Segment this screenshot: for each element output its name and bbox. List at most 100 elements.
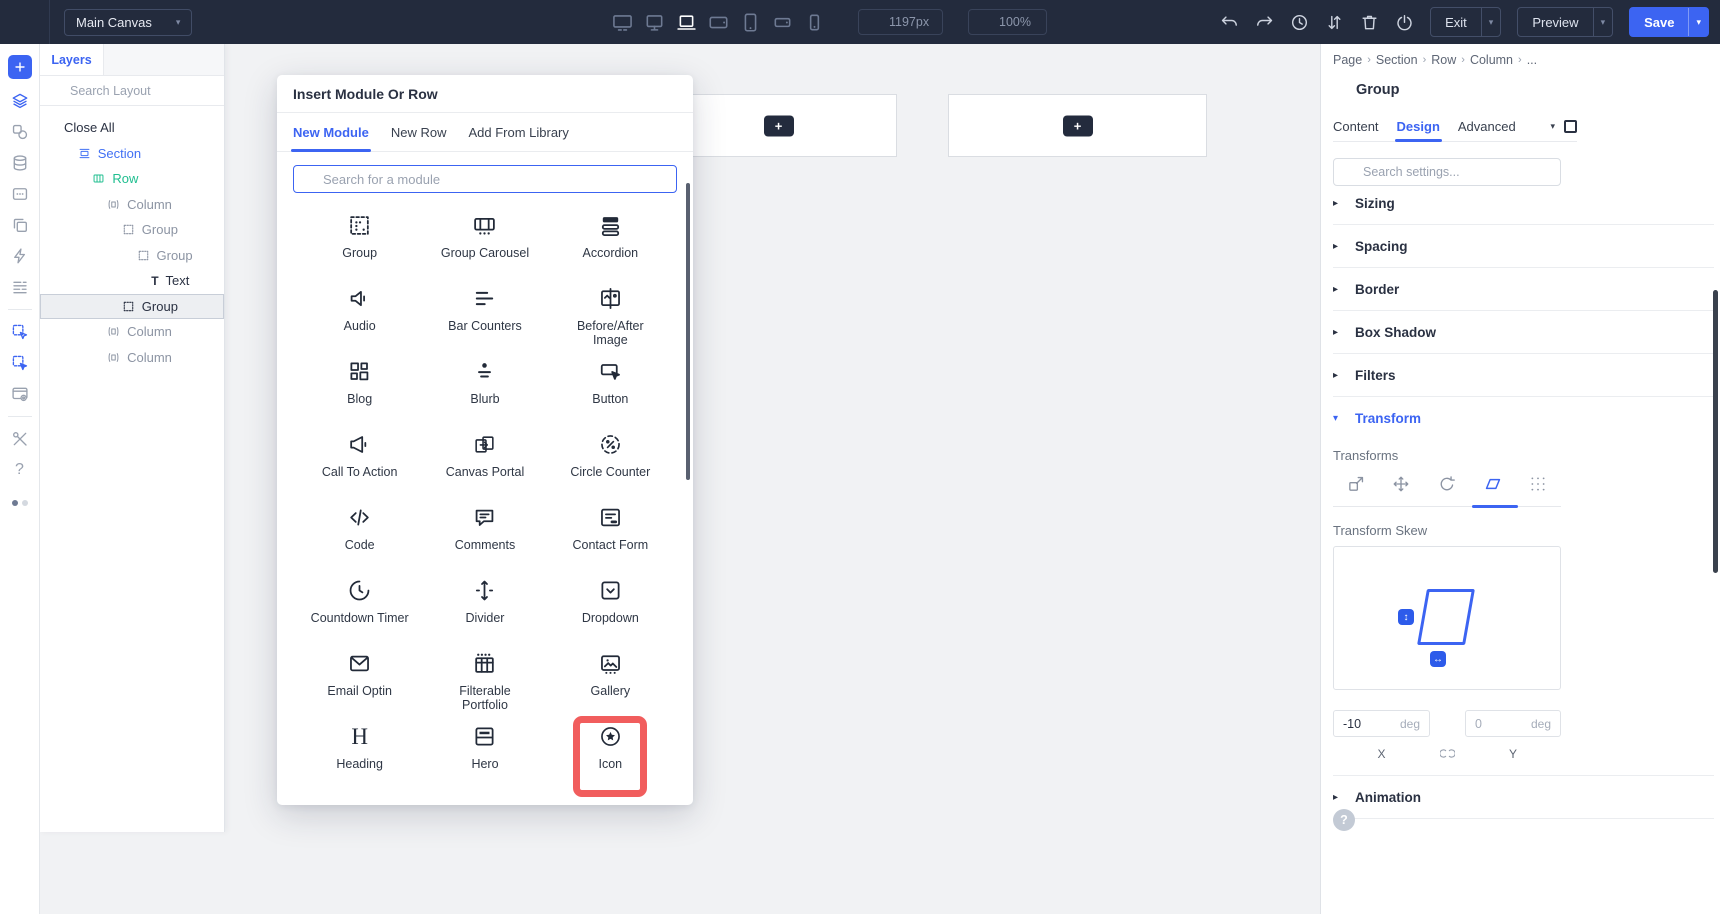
module-item-filterable-portfolio[interactable]: Filterable Portfolio — [422, 646, 547, 719]
canvas-zoom-input[interactable] — [999, 15, 1037, 29]
save-button[interactable]: Save ▾ — [1629, 7, 1709, 37]
skew-shape[interactable] — [1417, 589, 1475, 645]
breadcrumb-item-row[interactable]: Row — [1431, 53, 1456, 67]
module-item-email-optin[interactable]: Email Optin — [297, 646, 422, 719]
close-all-button[interactable]: Close All — [40, 115, 224, 141]
module-item-countdown-timer[interactable]: Countdown Timer — [297, 573, 422, 646]
section-sizing[interactable]: ▸Sizing — [1333, 182, 1714, 225]
rail-item-select-module[interactable] — [11, 323, 29, 341]
rail-item-module-card[interactable] — [11, 185, 29, 203]
canvas-width-input[interactable] — [889, 15, 933, 29]
skew-y-input[interactable] — [1475, 717, 1515, 731]
canvas-selector[interactable]: Main Canvas ▾ — [64, 9, 192, 36]
preview-swatch-icon[interactable] — [1564, 120, 1577, 133]
portability-icon[interactable] — [1395, 13, 1414, 32]
section-box-shadow[interactable]: ▸Box Shadow — [1333, 311, 1714, 354]
section-transform[interactable]: ▾Transform — [1333, 397, 1714, 440]
skew-y-handle[interactable]: ↕ — [1398, 609, 1414, 625]
rail-item-site-settings[interactable] — [11, 385, 29, 403]
rail-item-design-presets[interactable] — [11, 123, 29, 141]
tablet-portrait-icon[interactable] — [740, 12, 761, 33]
module-item-hero[interactable]: Hero — [422, 719, 547, 792]
module-item-accordion[interactable]: Accordion — [548, 208, 673, 281]
layer-item-group[interactable]: Group — [40, 217, 224, 243]
module-item-comments[interactable]: Comments — [422, 500, 547, 573]
desktop-icon[interactable] — [644, 12, 665, 33]
tool-transform-move[interactable] — [1379, 475, 1425, 507]
layer-item-text[interactable]: TText — [40, 268, 224, 294]
tab-add-from-library[interactable]: Add From Library — [468, 113, 568, 151]
rail-item-interactions[interactable] — [11, 247, 29, 265]
tool-transform-scale[interactable] — [1333, 475, 1379, 507]
module-item-before-after-image[interactable]: Before/After Image — [548, 281, 673, 354]
module-item-circle-counter[interactable]: Circle Counter — [548, 427, 673, 500]
gear-icon[interactable] — [13, 13, 32, 32]
module-item-canvas-portal[interactable]: Canvas Portal — [422, 427, 547, 500]
module-item-divider[interactable]: Divider — [422, 573, 547, 646]
close-icon[interactable] — [1564, 54, 1577, 67]
history-icon[interactable] — [1290, 13, 1309, 32]
tab-advanced[interactable]: Advanced — [1458, 112, 1516, 141]
tool-transform-rotate[interactable] — [1424, 475, 1470, 507]
skew-y-field[interactable]: deg — [1465, 710, 1561, 737]
module-item-group[interactable]: Group — [297, 208, 422, 281]
section-filters[interactable]: ▸Filters — [1333, 354, 1714, 397]
desktop-large-icon[interactable] — [612, 12, 633, 33]
module-item-dropdown[interactable]: Dropdown — [548, 573, 673, 646]
tool-transform-skew[interactable] — [1470, 475, 1516, 507]
module-item-blurb[interactable]: Blurb — [422, 354, 547, 427]
rail-item-tools[interactable] — [11, 430, 29, 448]
layer-item-group[interactable]: Group — [40, 243, 224, 269]
module-item-call-to-action[interactable]: Call To Action — [297, 427, 422, 500]
breadcrumb-item-[interactable]: ... — [1527, 53, 1537, 67]
canvas-width-field[interactable] — [858, 9, 943, 35]
tab-content[interactable]: Content — [1333, 112, 1379, 141]
view-mode-toggle[interactable] — [12, 500, 28, 506]
filter-funnel-icon[interactable] — [202, 85, 214, 97]
phone-portrait-icon[interactable] — [804, 12, 825, 33]
tool-transform-origin[interactable] — [1515, 475, 1561, 507]
link-icon[interactable] — [1440, 746, 1455, 761]
module-item-blog[interactable]: Blog — [297, 354, 422, 427]
sort-icon[interactable] — [1325, 13, 1344, 32]
exit-dropdown[interactable]: ▾ — [1481, 8, 1501, 36]
skew-x-input[interactable] — [1343, 717, 1383, 731]
help-button[interactable]: ? — [1333, 809, 1355, 831]
tab-design[interactable]: Design — [1397, 112, 1440, 141]
phone-landscape-icon[interactable] — [772, 12, 793, 33]
module-item-heading[interactable]: HHeading — [297, 719, 422, 792]
module-search-input[interactable] — [323, 172, 667, 187]
exit-button[interactable]: Exit ▾ — [1430, 7, 1501, 37]
tab-new-module[interactable]: New Module — [293, 113, 369, 151]
module-item-gallery[interactable]: Gallery — [548, 646, 673, 719]
panel-scrollbar[interactable] — [1713, 290, 1718, 573]
rail-item-pages[interactable] — [11, 216, 29, 234]
canvas-zoom-field[interactable] — [968, 9, 1047, 35]
rail-item-select-row[interactable] — [11, 354, 29, 372]
undo-icon[interactable] — [1220, 13, 1239, 32]
tab-layers[interactable]: Layers — [40, 44, 104, 75]
module-item-code[interactable]: Code — [297, 500, 422, 573]
add-module-button[interactable]: + — [764, 115, 794, 136]
back-arrow-icon[interactable] — [1333, 83, 1347, 97]
tablet-landscape-icon[interactable] — [708, 12, 729, 33]
rail-item-queue[interactable] — [11, 278, 29, 296]
skew-preview-box[interactable]: ↕ ↔ — [1333, 546, 1561, 690]
drag-handle-icon[interactable] — [1562, 83, 1577, 98]
layers-search-input[interactable] — [70, 84, 195, 98]
layer-item-section[interactable]: Section — [40, 141, 224, 167]
modal-scrollbar[interactable] — [686, 183, 690, 480]
breadcrumb-item-column[interactable]: Column — [1470, 53, 1513, 67]
skew-x-handle[interactable]: ↔ — [1430, 651, 1446, 667]
module-item-button[interactable]: Button — [548, 354, 673, 427]
rail-item-database[interactable] — [11, 154, 29, 172]
module-search-field[interactable] — [293, 165, 677, 193]
skew-x-field[interactable]: deg — [1333, 710, 1430, 737]
trash-icon[interactable] — [1360, 13, 1379, 32]
layer-item-column[interactable]: Column — [40, 192, 224, 218]
rail-item-layers[interactable] — [11, 92, 29, 110]
module-item-icon[interactable]: Icon — [548, 719, 673, 792]
module-item-group-carousel[interactable]: Group Carousel — [422, 208, 547, 281]
breadcrumb-item-page[interactable]: Page — [1333, 53, 1362, 67]
tabs-dropdown-icon[interactable]: ▾ — [1550, 122, 1555, 131]
